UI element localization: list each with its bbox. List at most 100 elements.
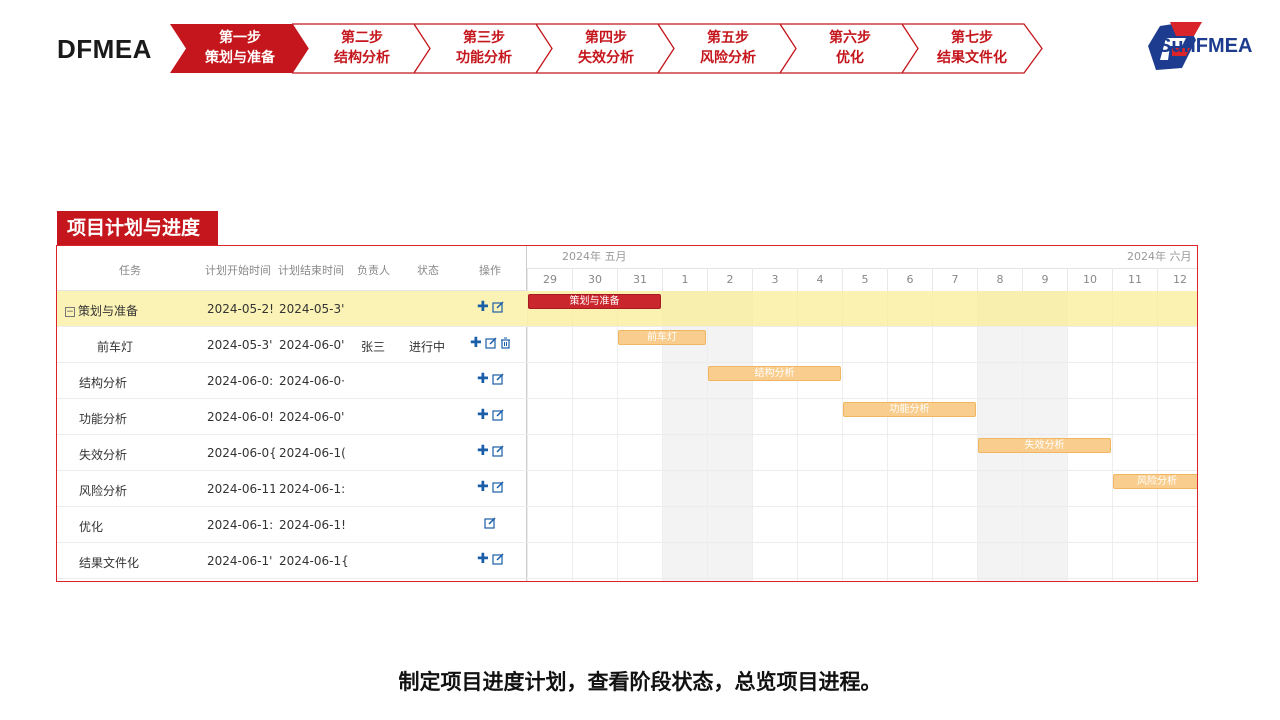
- task-name: 结构分析: [79, 374, 197, 391]
- timeline-row: [527, 507, 1197, 543]
- month-label: 2024年 六月: [1127, 250, 1192, 263]
- task-label: 失效分析: [79, 448, 128, 462]
- task-name: 失效分析: [79, 446, 197, 463]
- task-label: 前车灯: [97, 340, 134, 354]
- caption: 制定项目进度计划，查看阶段状态，总览项目进程。: [398, 670, 882, 694]
- step-5-risk[interactable]: 第五步 风险分析: [658, 23, 799, 74]
- task-name: − 策划与准备: [65, 302, 197, 319]
- task-row[interactable]: 失效分析 2024-06-0{ 2024-06-1( ✚: [57, 435, 527, 471]
- step-number: 第三步: [463, 30, 505, 46]
- end-date: 2024-06-1{: [279, 554, 349, 568]
- section-title: 项目计划与进度: [57, 211, 219, 245]
- step-number: 第六步: [829, 30, 871, 46]
- day-label: 31: [617, 268, 662, 291]
- add-icon[interactable]: ✚: [477, 299, 489, 315]
- column-header-owner: 负责人: [357, 264, 390, 277]
- end-date: 2024-06-1(: [279, 446, 346, 460]
- task-bar[interactable]: 失效分析: [978, 438, 1111, 453]
- step-number: 第二步: [341, 30, 383, 46]
- task-name: 优化: [79, 518, 197, 535]
- add-icon[interactable]: ✚: [477, 407, 489, 423]
- day-label: 12: [1157, 268, 1197, 291]
- day-label: 29: [527, 268, 572, 291]
- step-3-function[interactable]: 第三步 功能分析: [414, 23, 555, 74]
- day-label: 3: [752, 268, 797, 291]
- day-label: 9: [1022, 268, 1067, 291]
- step-label: 功能分析: [456, 50, 512, 66]
- step-number: 第五步: [707, 30, 749, 46]
- day-label: 6: [887, 268, 932, 291]
- month-label: 2024年 五月: [562, 250, 627, 263]
- task-row[interactable]: 结果文件化 2024-06-1' 2024-06-1{✚: [57, 543, 527, 579]
- edit-icon[interactable]: [492, 445, 504, 461]
- add-icon[interactable]: ✚: [477, 551, 489, 567]
- day-label: 8: [977, 268, 1022, 291]
- task-row[interactable]: 前车灯 2024-05-3' 2024-06-0' 张三 进行中 ✚: [57, 327, 527, 363]
- task-bar[interactable]: 功能分析: [843, 402, 976, 417]
- collapse-icon[interactable]: −: [65, 307, 75, 317]
- step-2-structure[interactable]: 第二步 结构分析: [292, 23, 433, 74]
- task-label: 功能分析: [79, 412, 128, 426]
- column-header-task: 任务: [119, 264, 141, 277]
- task-bar[interactable]: 前车灯: [618, 330, 706, 345]
- start-date: 2024-06-0{: [207, 446, 275, 460]
- day-label: 11: [1112, 268, 1157, 291]
- step-number: 第四步: [585, 30, 627, 46]
- edit-icon[interactable]: [484, 517, 496, 533]
- add-icon[interactable]: ✚: [477, 371, 489, 387]
- step-7-documentation[interactable]: 第七步 结果文件化: [902, 23, 1043, 74]
- edit-icon[interactable]: [492, 481, 504, 497]
- task-label: 结构分析: [79, 376, 128, 390]
- edit-icon[interactable]: [492, 553, 504, 569]
- add-icon[interactable]: ✚: [470, 335, 482, 351]
- step-label: 失效分析: [578, 50, 634, 66]
- task-grid: 任务 计划开始时间 计划结束时间 负责人 状态 操作 − 策划与准备 2024-05…: [57, 246, 527, 581]
- task-label: 优化: [79, 520, 104, 534]
- start-date: 2024-06-11: [207, 482, 275, 496]
- task-row[interactable]: 结构分析 2024-06-0: 2024-06-0· ✚: [57, 363, 527, 399]
- day-label: 1: [662, 268, 707, 291]
- timeline: 2024年 五月 2024年 六月 29 30 31 1 2 3 4 5 6 7 8 9 10 11 12 策…: [527, 246, 1197, 581]
- column-header-start: 计划开始时间: [205, 264, 271, 277]
- page: DFMEA 第一步 策划与准备 第二步 结构分析 第三步 功能分析 第四步 失效分析 第…: [0, 0, 1280, 720]
- day-label: 10: [1067, 268, 1112, 291]
- step-4-failure[interactable]: 第四步 失效分析: [536, 23, 677, 74]
- column-header-end: 计划结束时间: [278, 264, 344, 277]
- step-1-planning[interactable]: 第一步 策划与准备: [170, 23, 310, 74]
- task-name: 功能分析: [79, 410, 197, 427]
- end-date: 2024-06-0·: [279, 374, 345, 388]
- edit-icon[interactable]: [492, 373, 504, 389]
- task-label: 策划与准备: [78, 304, 139, 318]
- edit-icon[interactable]: [492, 409, 504, 425]
- gantt-chart: 任务 计划开始时间 计划结束时间 负责人 状态 操作 − 策划与准备 2024-05…: [56, 245, 1198, 582]
- day-label: 30: [572, 268, 617, 291]
- step-6-optimization[interactable]: 第六步 优化: [780, 23, 921, 74]
- edit-icon[interactable]: [492, 301, 504, 317]
- step-number: 第一步: [219, 30, 261, 46]
- task-row[interactable]: 优化 2024-06-1: 2024-06-1!: [57, 507, 527, 543]
- app-title: DFMEA: [57, 34, 152, 64]
- start-date: 2024-06-0!: [207, 410, 274, 424]
- timeline-row: [527, 471, 1197, 507]
- add-icon[interactable]: ✚: [477, 479, 489, 495]
- column-header-actions: 操作: [479, 264, 501, 277]
- task-name: 结果文件化: [79, 554, 197, 571]
- add-icon[interactable]: ✚: [477, 443, 489, 459]
- day-label: 4: [797, 268, 842, 291]
- task-bar[interactable]: 策划与准备: [528, 294, 661, 309]
- step-label: 策划与准备: [205, 50, 275, 66]
- logo-text: SunFMEA: [1158, 35, 1253, 57]
- task-name: 前车灯: [97, 338, 197, 355]
- task-row-parent[interactable]: − 策划与准备 2024-05-2! 2024-05-3' ✚: [57, 291, 527, 327]
- task-row[interactable]: 风险分析 2024-06-11 2024-06-1: ✚: [57, 471, 527, 507]
- task-label: 风险分析: [79, 484, 128, 498]
- timeline-row: [527, 543, 1197, 579]
- task-bar[interactable]: 风险分析: [1113, 474, 1197, 489]
- start-date: 2024-06-1:: [207, 518, 274, 532]
- task-bar[interactable]: 结构分析: [708, 366, 841, 381]
- task-name: 风险分析: [79, 482, 197, 499]
- delete-icon[interactable]: [500, 337, 511, 353]
- edit-icon[interactable]: [485, 337, 497, 353]
- end-date: 2024-06-0': [279, 338, 345, 352]
- task-row[interactable]: 功能分析 2024-06-0! 2024-06-0' ✚: [57, 399, 527, 435]
